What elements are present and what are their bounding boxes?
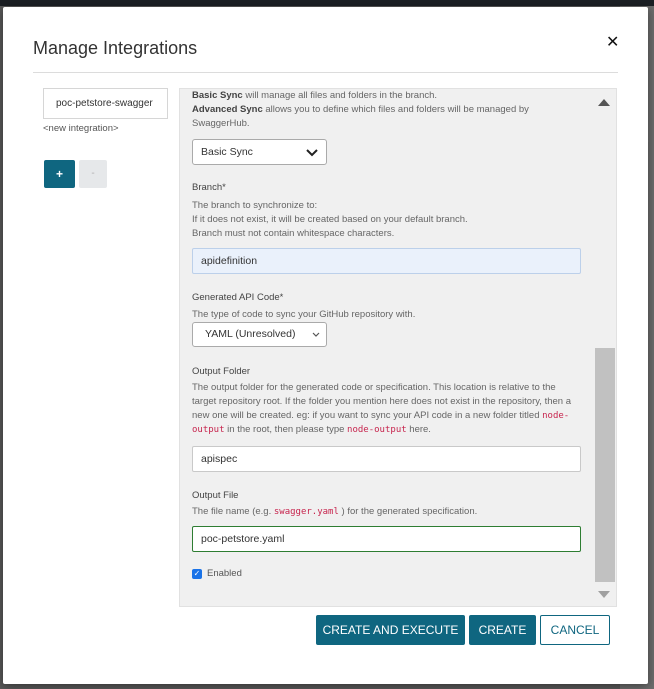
sync-mode-select[interactable]: Basic Sync: [192, 139, 327, 165]
basic-sync-text: will manage all files and folders in the…: [242, 90, 438, 101]
output-folder-label: Output Folder: [192, 366, 251, 377]
output-folder-input[interactable]: apispec: [192, 446, 581, 472]
branch-label: Branch*: [192, 182, 226, 193]
enabled-label: Enabled: [207, 568, 242, 579]
scrollbar-thumb[interactable]: [595, 348, 615, 582]
generated-code-label: Generated API Code*: [192, 292, 284, 303]
integration-settings-panel[interactable]: Basic Sync will manage all files and fol…: [179, 88, 617, 607]
cancel-button[interactable]: CANCEL: [540, 615, 610, 645]
code-swagger-yaml: swagger.yaml: [273, 507, 339, 517]
modal-title: Manage Integrations: [33, 38, 198, 58]
output-file-label: Output File: [192, 490, 239, 501]
generated-code-value: YAML (Unresolved): [205, 328, 296, 340]
remove-integration-button[interactable]: -: [79, 160, 107, 188]
branch-input[interactable]: apidefinition: [192, 248, 581, 274]
scroll-down-icon[interactable]: [598, 591, 610, 598]
sync-description: Basic Sync will manage all files and fol…: [192, 89, 582, 131]
chevron-down-icon: [312, 332, 320, 337]
branch-desc-line: If it does not exist, it will be created…: [192, 214, 468, 225]
branch-desc-line: The branch to synchronize to:: [192, 200, 318, 211]
code-node-output: node-output: [347, 425, 407, 435]
create-button[interactable]: CREATE: [469, 615, 536, 645]
chevron-down-icon: [306, 149, 318, 157]
header-divider: [33, 72, 618, 73]
output-file-desc-text: ) for the generated specification.: [338, 506, 478, 517]
advanced-sync-term: Advanced Sync: [192, 104, 263, 115]
new-integration-link[interactable]: <new integration>: [43, 123, 168, 134]
basic-sync-term: Basic Sync: [192, 90, 243, 101]
branch-desc-line: Branch must not contain whitespace chara…: [192, 228, 395, 239]
sync-mode-value: Basic Sync: [201, 146, 253, 158]
output-file-desc-text: The file name (e.g.: [192, 506, 274, 517]
output-folder-desc-text: here.: [406, 424, 431, 435]
create-and-execute-button[interactable]: CREATE AND EXECUTE: [316, 615, 465, 645]
app-top-bar: [0, 0, 654, 6]
generated-code-description: The type of code to sync your GitHub rep…: [192, 309, 416, 320]
output-file-input[interactable]: poc-petstore.yaml: [192, 526, 581, 552]
output-file-description: The file name (e.g. swagger.yaml ) for t…: [192, 505, 582, 519]
output-folder-desc-text: The output folder for the generated code…: [192, 382, 571, 421]
manage-integrations-modal: Manage Integrations ✕ poc-petstore-swagg…: [3, 7, 648, 684]
output-folder-description: The output folder for the generated code…: [192, 381, 582, 437]
scroll-up-icon[interactable]: [598, 99, 610, 106]
generated-code-select[interactable]: YAML (Unresolved): [192, 322, 327, 347]
close-icon[interactable]: ✕: [606, 35, 619, 51]
branch-description: The branch to synchronize to: If it does…: [192, 199, 582, 241]
integration-list: poc-petstore-swagger <new integration>: [43, 88, 168, 134]
enabled-checkbox[interactable]: ✓: [192, 569, 202, 579]
output-folder-desc-text: in the root, then please type: [224, 424, 348, 435]
integration-item[interactable]: poc-petstore-swagger: [43, 88, 168, 119]
add-integration-button[interactable]: +: [44, 160, 75, 188]
